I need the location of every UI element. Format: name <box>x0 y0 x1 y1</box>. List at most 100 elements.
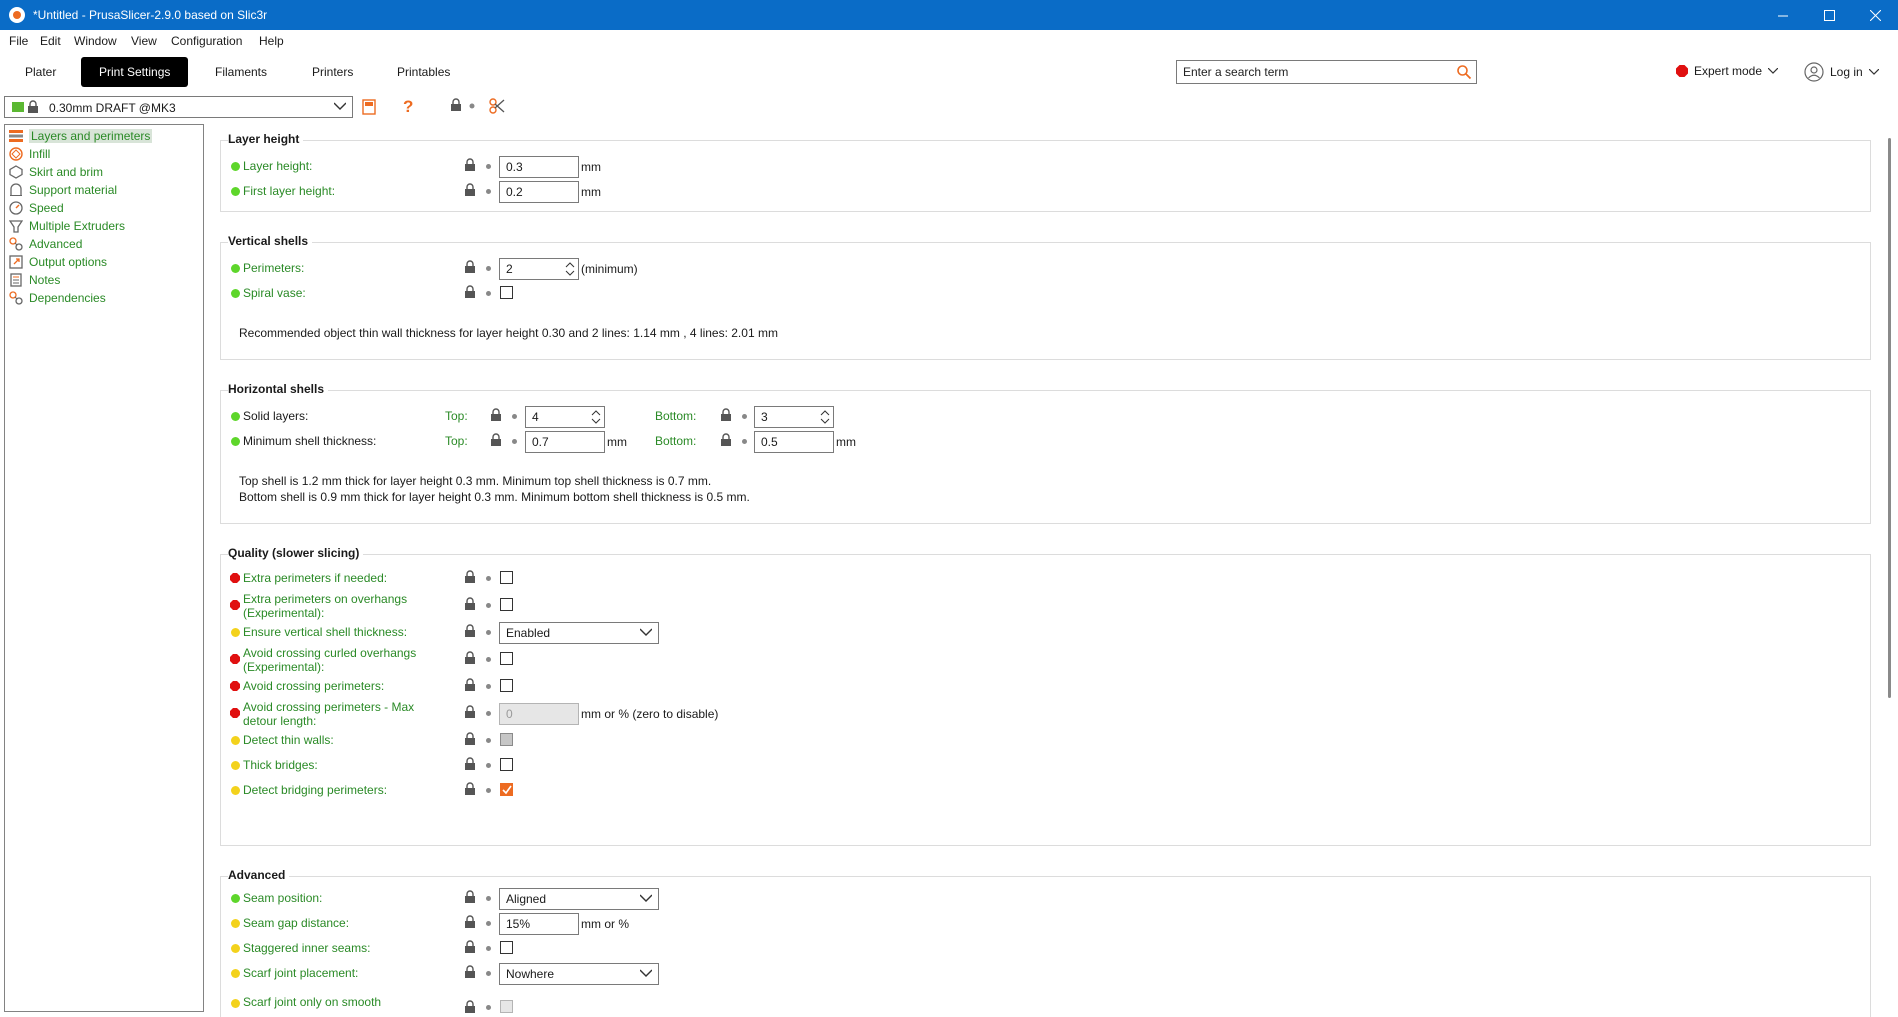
tab-plater[interactable]: Plater <box>7 57 74 87</box>
extra-overhangs-checkbox[interactable] <box>500 598 513 611</box>
save-preset-icon[interactable] <box>362 99 376 115</box>
sidebar-item-speed[interactable]: Speed <box>9 200 64 216</box>
value-bullet[interactable] <box>486 189 491 194</box>
value-bullet[interactable] <box>486 603 491 608</box>
lock-icon[interactable] <box>464 915 476 929</box>
value-bullet[interactable] <box>742 414 747 419</box>
close-button[interactable] <box>1852 0 1898 30</box>
minimize-button[interactable] <box>1760 0 1806 30</box>
perimeters-spinner[interactable]: 2 <box>499 258 579 280</box>
seam-gap-input[interactable]: 15% <box>499 913 579 935</box>
value-bullet[interactable] <box>486 630 491 635</box>
value-bullet[interactable] <box>486 921 491 926</box>
ensure-vertical-select[interactable]: Enabled <box>499 622 659 644</box>
min-top-shell-input[interactable]: 0.7 <box>525 431 605 453</box>
lock-icon[interactable] <box>464 1000 476 1014</box>
search-input[interactable] <box>1183 65 1453 79</box>
lock-icon[interactable] <box>464 651 476 665</box>
tab-filaments[interactable]: Filaments <box>197 57 285 87</box>
lock-icon[interactable] <box>464 260 476 274</box>
lock-icon[interactable] <box>464 705 476 719</box>
bullet-icon[interactable] <box>469 103 475 109</box>
sidebar-item-infill[interactable]: Infill <box>9 146 50 162</box>
thick-bridges-checkbox[interactable] <box>500 758 513 771</box>
value-bullet[interactable] <box>486 896 491 901</box>
sidebar-item-dependencies[interactable]: Dependencies <box>9 290 106 306</box>
lock-icon[interactable] <box>464 757 476 771</box>
menu-configuration[interactable]: Configuration <box>171 34 242 48</box>
lock-icon[interactable] <box>464 965 476 979</box>
value-bullet[interactable] <box>486 266 491 271</box>
lock-icon[interactable] <box>464 183 476 197</box>
first-layer-height-input[interactable]: 0.2 <box>499 181 579 203</box>
lock-icon[interactable] <box>464 624 476 638</box>
lock-icon[interactable] <box>464 570 476 584</box>
vertical-scrollbar[interactable] <box>1886 124 1894 698</box>
menu-edit[interactable]: Edit <box>40 34 61 48</box>
min-bottom-shell-input[interactable]: 0.5 <box>754 431 834 453</box>
sidebar-item-support-material[interactable]: Support material <box>9 182 117 198</box>
search-box[interactable] <box>1176 60 1477 84</box>
menu-view[interactable]: View <box>131 34 157 48</box>
sidebar-item-notes[interactable]: Notes <box>9 272 60 288</box>
value-bullet[interactable] <box>486 657 491 662</box>
lock-icon[interactable] <box>464 890 476 904</box>
lock-icon[interactable] <box>464 285 476 299</box>
scrollbar-thumb[interactable] <box>1888 138 1891 698</box>
sidebar-item-output-options[interactable]: Output options <box>9 254 107 270</box>
max-detour-input[interactable]: 0 <box>499 703 579 725</box>
sidebar-item-advanced[interactable]: Advanced <box>9 236 82 252</box>
seam-position-select[interactable]: Aligned <box>499 888 659 910</box>
lock-icon[interactable] <box>490 408 502 422</box>
lock-icon[interactable] <box>464 158 476 172</box>
value-bullet[interactable] <box>486 576 491 581</box>
spin-arrows-icon[interactable] <box>819 408 831 426</box>
extra-perimeters-checkbox[interactable] <box>500 571 513 584</box>
value-bullet[interactable] <box>486 711 491 716</box>
search-icon[interactable] <box>1456 64 1472 80</box>
menu-window[interactable]: Window <box>74 34 117 48</box>
value-bullet[interactable] <box>486 738 491 743</box>
value-bullet[interactable] <box>486 763 491 768</box>
mode-selector[interactable]: Expert mode <box>1676 64 1779 78</box>
sidebar-item-skirt-and-brim[interactable]: Skirt and brim <box>9 164 103 180</box>
value-bullet[interactable] <box>512 414 517 419</box>
lock-icon[interactable] <box>720 433 732 447</box>
maximize-button[interactable] <box>1806 0 1852 30</box>
tab-print-settings[interactable]: Print Settings <box>81 57 189 87</box>
scarf-smooth-checkbox[interactable] <box>500 1000 513 1013</box>
scarf-joint-select[interactable]: Nowhere <box>499 963 659 985</box>
value-bullet[interactable] <box>486 971 491 976</box>
thin-walls-checkbox[interactable] <box>500 733 513 746</box>
spin-arrows-icon[interactable] <box>590 408 602 426</box>
lock-icon[interactable] <box>464 782 476 796</box>
value-bullet[interactable] <box>486 788 491 793</box>
spin-arrows-icon[interactable] <box>564 260 576 278</box>
lock-icon[interactable] <box>464 732 476 746</box>
value-bullet[interactable] <box>486 1005 491 1010</box>
sidebar-item-layers-and-perimeters[interactable]: Layers and perimeters <box>9 128 153 144</box>
tab-printables[interactable]: Printables <box>379 57 468 87</box>
lock-icon[interactable] <box>464 940 476 954</box>
lock-icon[interactable] <box>490 433 502 447</box>
staggered-seams-checkbox[interactable] <box>500 941 513 954</box>
menu-file[interactable]: File <box>9 34 28 48</box>
layer-height-input[interactable]: 0.3 <box>499 156 579 178</box>
sidebar-item-multiple-extruders[interactable]: Multiple Extruders <box>9 218 125 234</box>
bottom-solid-layers-spinner[interactable]: 3 <box>754 406 834 428</box>
value-bullet[interactable] <box>512 439 517 444</box>
menu-help[interactable]: Help <box>259 34 284 48</box>
compare-presets-icon[interactable] <box>489 98 505 114</box>
print-preset-combo[interactable]: 0.30mm DRAFT @MK3 <box>4 96 353 118</box>
value-bullet[interactable] <box>742 439 747 444</box>
bridging-perimeters-checkbox[interactable] <box>500 783 513 796</box>
value-bullet[interactable] <box>486 164 491 169</box>
avoid-curled-checkbox[interactable] <box>500 652 513 665</box>
value-bullet[interactable] <box>486 291 491 296</box>
lock-icon[interactable] <box>450 98 462 112</box>
value-bullet[interactable] <box>486 946 491 951</box>
value-bullet[interactable] <box>486 684 491 689</box>
spiral-vase-checkbox[interactable] <box>500 286 513 299</box>
lock-icon[interactable] <box>720 408 732 422</box>
top-solid-layers-spinner[interactable]: 4 <box>525 406 605 428</box>
